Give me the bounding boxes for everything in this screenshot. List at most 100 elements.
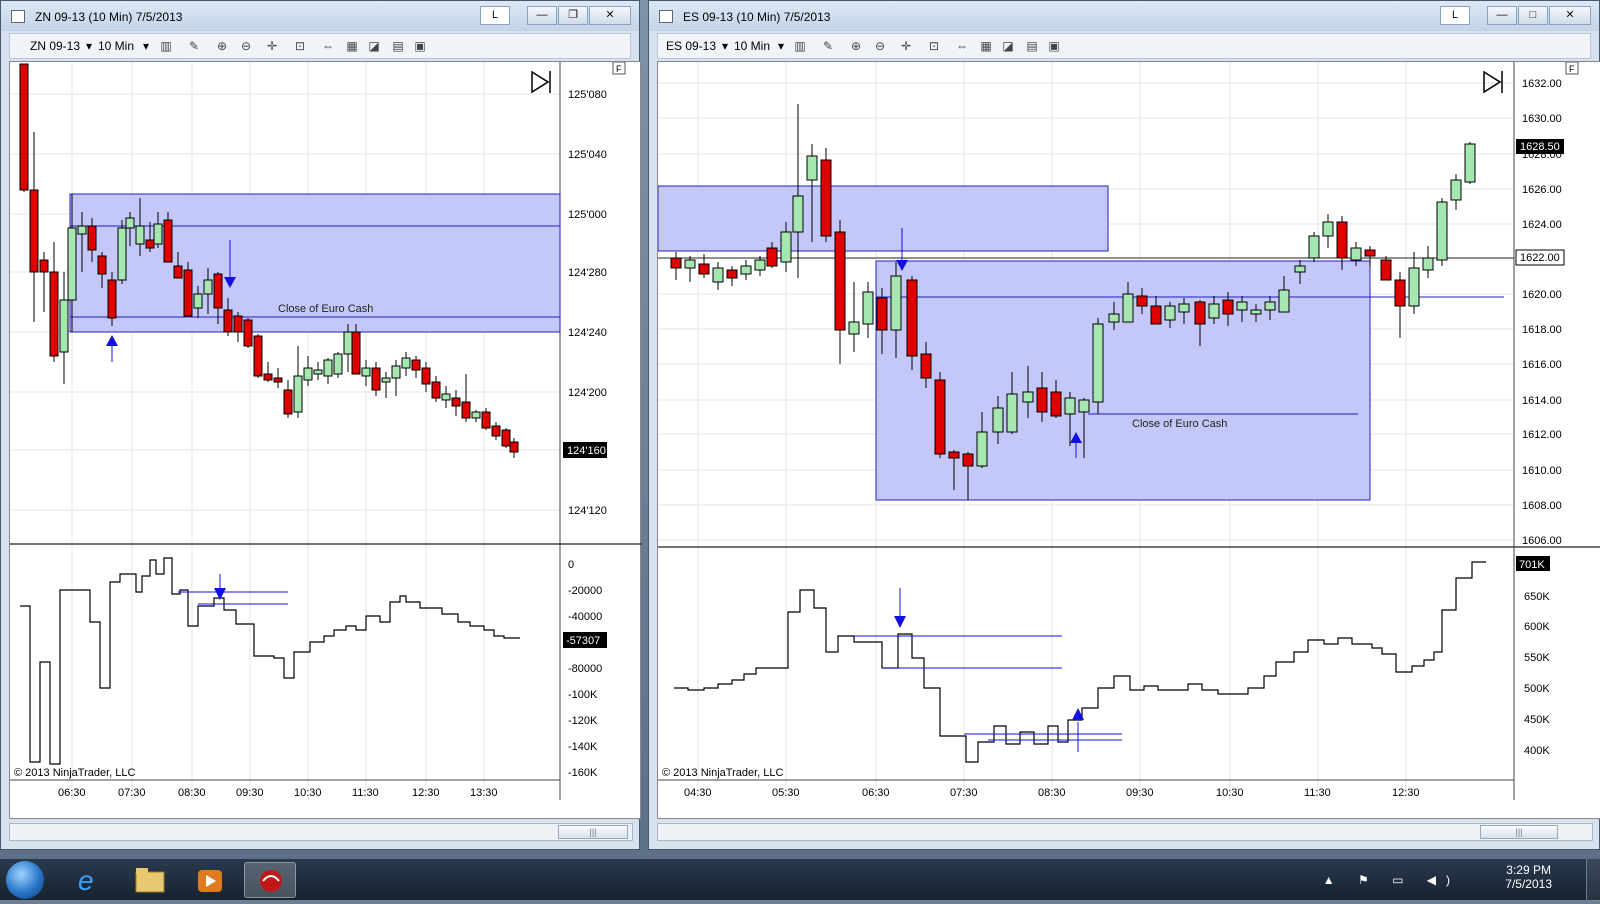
horizontal-scrollbar[interactable]: |||: [657, 823, 1593, 841]
bull-candle: [848, 321, 860, 335]
properties-icon[interactable]: ▤: [390, 38, 406, 54]
maximize-icon[interactable]: □: [1518, 6, 1548, 25]
link-button[interactable]: L: [1440, 6, 1470, 25]
bull-candle: [343, 331, 353, 355]
price-tick: 1630.00: [1522, 113, 1562, 125]
bear-candle: [49, 271, 59, 357]
clock-time: 3:29 PM: [1506, 863, 1551, 877]
interval-selector[interactable]: 10 Min: [98, 39, 134, 53]
clock[interactable]: 3:29 PM 7/5/2013: [1505, 863, 1552, 891]
zoom-in-icon[interactable]: ⊕: [214, 38, 230, 54]
bar-spacing-icon[interactable]: ⇔: [954, 38, 970, 54]
time-tick: 11:30: [1304, 787, 1331, 799]
scroll-to-end-icon[interactable]: [531, 70, 551, 94]
instrument-selector[interactable]: ES 09-13: [666, 39, 716, 53]
indicator-last-label: -57307: [566, 635, 600, 647]
restore-icon[interactable]: ❐: [558, 6, 588, 25]
scroll-to-end-icon[interactable]: [1483, 70, 1503, 94]
chevron-down-icon[interactable]: ▾: [722, 39, 728, 53]
bull-candle: [1108, 313, 1120, 323]
strategies-icon[interactable]: ◪: [366, 38, 382, 54]
time-tick: 06:30: [58, 787, 86, 799]
bull-candle: [684, 259, 696, 269]
bear-candle: [1150, 305, 1162, 325]
link-button[interactable]: L: [480, 6, 510, 25]
bear-candle: [962, 453, 974, 467]
internet-explorer-icon[interactable]: e: [64, 862, 116, 898]
bull-candle: [1422, 257, 1434, 271]
templates-icon[interactable]: ▣: [1046, 38, 1062, 54]
bull-candle: [59, 299, 69, 353]
minimize-icon[interactable]: —: [527, 6, 557, 25]
titlebar[interactable]: ES 09-13 (10 Min) 7/5/2013 L — □ ✕: [649, 1, 1599, 31]
horizontal-scrollbar[interactable]: |||: [9, 823, 633, 841]
bull-candle: [1294, 265, 1306, 273]
zoom-in-icon[interactable]: ⊕: [848, 38, 864, 54]
ninjatrader-icon[interactable]: [244, 862, 296, 898]
bull-candle: [67, 227, 77, 301]
bull-candle: [1250, 309, 1262, 315]
bull-candle: [806, 155, 818, 181]
system-tray-icons[interactable]: ▲ ⚑ ▭ ◀): [1323, 873, 1460, 887]
zn-chart-svg[interactable]: Close of Euro Cash F 125'080 125'040 125…: [10, 61, 642, 820]
bear-candle: [948, 451, 960, 459]
bar-spacing-icon[interactable]: ⇔: [320, 38, 336, 54]
indicators-icon[interactable]: ▦: [978, 38, 994, 54]
zn-chart-window[interactable]: ZN 09-13 (10 Min) 7/5/2013 L — ❐ ✕ ZN 09…: [0, 0, 642, 850]
interval-selector[interactable]: 10 Min: [734, 39, 770, 53]
chevron-down-icon[interactable]: ▾: [778, 39, 784, 53]
prior-zone[interactable]: [657, 185, 1109, 252]
drawing-pencil-icon[interactable]: ✎: [820, 38, 836, 54]
bull-candle: [1208, 303, 1220, 319]
show-desktop-button[interactable]: [1586, 859, 1600, 901]
price-tick: 1608.00: [1522, 500, 1562, 512]
properties-icon[interactable]: ▤: [1024, 38, 1040, 54]
chart-app-icon: [659, 10, 673, 23]
es-chart-window[interactable]: ES 09-13 (10 Min) 7/5/2013 L — □ ✕ ES 09…: [648, 0, 1600, 850]
price-tick: 124'200: [568, 387, 607, 399]
bull-candle: [1450, 179, 1462, 201]
chart-style-icon[interactable]: ▥: [792, 38, 808, 54]
indicator-tick: 650K: [1524, 591, 1550, 603]
time-tick: 06:30: [862, 787, 890, 799]
bear-candle: [421, 367, 431, 385]
chart-style-icon[interactable]: ▥: [158, 38, 174, 54]
chevron-down-icon[interactable]: ▾: [143, 39, 149, 53]
bull-candle: [1408, 267, 1420, 307]
zoom-out-icon[interactable]: ⊖: [238, 38, 254, 54]
price-tick: 124'120: [568, 505, 607, 517]
instrument-selector[interactable]: ZN 09-13: [30, 39, 80, 53]
es-chart-svg[interactable]: Close of Euro Cash F 1632.00 1630.00 162…: [657, 61, 1600, 820]
window-title: ES 09-13 (10 Min) 7/5/2013: [683, 10, 831, 24]
bull-candle: [992, 407, 1004, 433]
bull-candle: [1164, 305, 1176, 321]
chart-toolbar: ZN 09-13 ▾ 10 Min ▾ ▥ ✎ ⊕ ⊖ ✛ ⊡ ⇔ ▦ ◪ ▤ …: [9, 33, 631, 59]
bear-candle: [145, 239, 155, 249]
zoom-out-icon[interactable]: ⊖: [872, 38, 888, 54]
close-icon[interactable]: ✕: [1549, 6, 1591, 25]
crosshair-icon[interactable]: ✛: [898, 38, 914, 54]
bear-candle: [243, 319, 253, 347]
es-chart-panel[interactable]: Close of Euro Cash F 1632.00 1630.00 162…: [657, 61, 1600, 819]
zn-chart-panel[interactable]: Close of Euro Cash F 125'080 125'040 125…: [9, 61, 642, 820]
data-box-icon[interactable]: ⊡: [292, 38, 308, 54]
copyright: © 2013 NinjaTrader, LLC: [14, 767, 135, 779]
windows-explorer-icon[interactable]: [124, 862, 176, 898]
minimize-icon[interactable]: —: [1487, 6, 1517, 25]
drawing-pencil-icon[interactable]: ✎: [186, 38, 202, 54]
indicators-icon[interactable]: ▦: [344, 38, 360, 54]
media-player-icon[interactable]: [184, 862, 236, 898]
scrollbar-thumb[interactable]: |||: [1480, 825, 1558, 839]
close-icon[interactable]: ✕: [589, 6, 631, 25]
scrollbar-thumb[interactable]: |||: [558, 825, 628, 839]
crosshair-icon[interactable]: ✛: [264, 38, 280, 54]
chevron-down-icon[interactable]: ▾: [86, 39, 92, 53]
bull-candle: [117, 227, 127, 281]
bull-candle: [780, 231, 792, 263]
templates-icon[interactable]: ▣: [412, 38, 428, 54]
titlebar[interactable]: ZN 09-13 (10 Min) 7/5/2013 L — ❐ ✕: [1, 1, 639, 31]
strategies-icon[interactable]: ◪: [1000, 38, 1016, 54]
data-box-icon[interactable]: ⊡: [926, 38, 942, 54]
bear-candle: [481, 411, 491, 429]
start-button[interactable]: [6, 861, 44, 899]
